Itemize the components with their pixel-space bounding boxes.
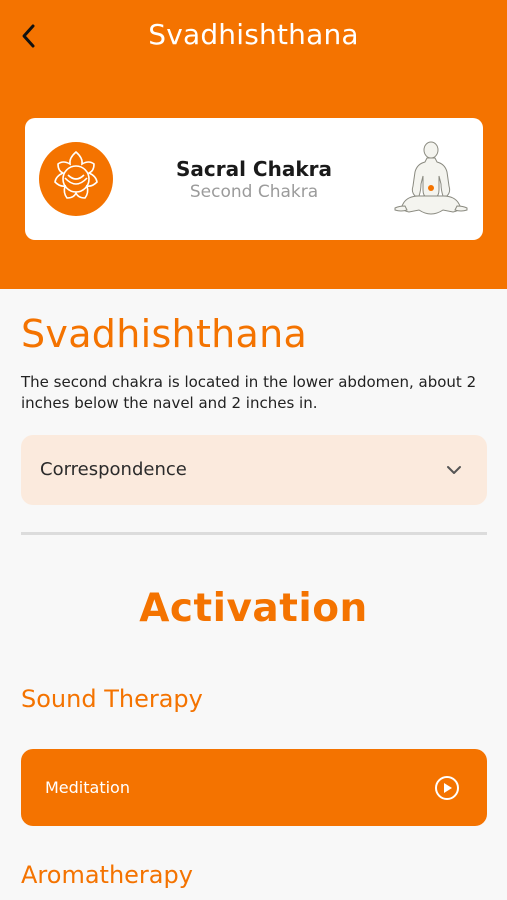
page-title: Svadhishthana <box>148 18 359 51</box>
chakra-card: Sacral Chakra Second Chakra <box>25 118 483 240</box>
accordion-label: Correspondence <box>40 459 187 480</box>
sound-therapy-heading: Sound Therapy <box>21 685 203 713</box>
aromatherapy-heading: Aromatherapy <box>21 861 193 889</box>
header: Svadhishthana Sacral Chakra Second Chakr… <box>0 0 507 289</box>
meditating-figure-icon <box>394 141 468 215</box>
activation-heading: Activation <box>139 586 368 631</box>
play-circle-icon <box>435 776 459 800</box>
chakra-description: The second chakra is located in the lowe… <box>21 373 477 412</box>
divider <box>21 532 487 535</box>
meditation-label: Meditation <box>45 778 130 797</box>
section-title: Svadhishthana <box>21 312 308 356</box>
chevron-down-icon <box>447 466 461 474</box>
correspondence-accordion[interactable]: Correspondence <box>21 435 487 505</box>
meditation-button[interactable]: Meditation <box>21 749 487 826</box>
